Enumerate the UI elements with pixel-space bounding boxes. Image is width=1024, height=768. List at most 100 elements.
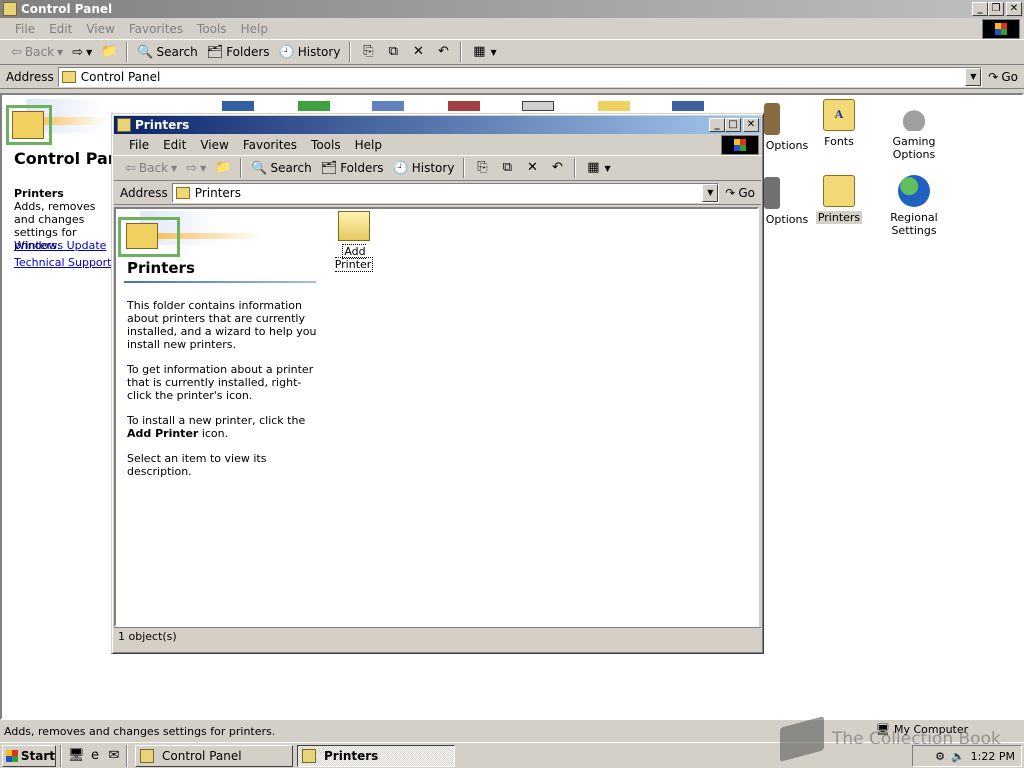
hidden-icon[interactable] [672, 101, 704, 111]
delete-button[interactable]: ✕ [407, 42, 429, 62]
address-dropdown-button[interactable]: ▼ [702, 183, 719, 202]
views-button[interactable]: ▦ ▼ [582, 158, 613, 178]
up-folder-button[interactable]: 📁 [98, 42, 120, 62]
cp-titlebar[interactable]: Control Panel _ ❐ ✕ [0, 0, 1024, 18]
search-button[interactable]: 🔍 Search [134, 42, 200, 62]
restore-button[interactable]: ❐ [988, 2, 1004, 16]
technical-support-link[interactable]: Technical Support [14, 256, 112, 269]
desc-para-2: To get information about a printer that … [127, 363, 314, 402]
views-button[interactable]: ▦ ▼ [468, 42, 499, 62]
regional-settings-icon-item[interactable]: Regional Settings [878, 175, 950, 237]
go-button[interactable]: ↷ Go [982, 70, 1024, 84]
menu-help[interactable]: Help [234, 22, 275, 36]
printers-window: Printers _ □ ✕ File Edit View Favorites … [111, 113, 764, 654]
add-printer-item[interactable]: Add Printer [324, 211, 384, 272]
back-button[interactable]: ⇦ Back ▼ [8, 42, 66, 62]
move-to-button[interactable]: ⎘ [357, 42, 379, 62]
windows-update-link[interactable]: Windows Update [14, 239, 106, 252]
folders-button[interactable]: 🗂 Folders [318, 158, 387, 178]
menu-favorites[interactable]: Favorites [236, 138, 304, 152]
history-icon: 🕘 [278, 44, 295, 60]
desc-para-4: Select an item to view its description. [127, 452, 267, 478]
outlook-express-icon[interactable]: ✉ [106, 748, 122, 764]
menu-tools[interactable]: Tools [304, 138, 348, 152]
undo-icon: ↶ [437, 44, 449, 59]
copy-to-icon: ⧉ [502, 160, 513, 175]
close-button[interactable]: ✕ [1006, 2, 1022, 16]
forward-button[interactable]: ⇨ ▼ [183, 158, 209, 178]
internet-explorer-icon[interactable]: e [87, 748, 103, 764]
printers-content: Printers This folder contains informatio… [114, 207, 759, 627]
minimize-button[interactable]: _ [709, 118, 725, 132]
delete-icon: ✕ [526, 160, 538, 175]
menu-help[interactable]: Help [348, 138, 389, 152]
maximize-button[interactable]: □ [725, 118, 741, 132]
close-button[interactable]: ✕ [743, 118, 759, 132]
history-button[interactable]: 🕘 History [276, 42, 344, 62]
fonts-icon-item[interactable]: A Fonts [803, 99, 875, 148]
printers-menubar: File Edit View Favorites Tools Help [114, 134, 761, 156]
windows-logo-icon [982, 19, 1020, 39]
menu-view[interactable]: View [193, 138, 235, 152]
folder-icon [61, 70, 76, 83]
copy-to-button[interactable]: ⧉ [382, 42, 404, 62]
hidden-icon[interactable] [598, 101, 630, 111]
menu-edit[interactable]: Edit [156, 138, 193, 152]
taskbar-control-panel[interactable]: Control Panel [135, 744, 293, 767]
go-button[interactable]: ↷ Go [719, 186, 761, 200]
printers-title: Printers [135, 118, 190, 132]
printers-folder-icon [117, 118, 131, 132]
printers-titlebar[interactable]: Printers _ □ ✕ [114, 116, 761, 134]
hidden-icon[interactable] [298, 101, 330, 111]
up-folder-icon: 📁 [101, 44, 118, 59]
delete-button[interactable]: ✕ [521, 158, 543, 178]
move-to-icon: ⎘ [477, 160, 488, 175]
go-arrow-icon: ↷ [725, 185, 736, 200]
up-folder-button[interactable]: 📁 [212, 158, 234, 178]
back-button[interactable]: ⇦ Back ▼ [122, 158, 180, 178]
printers-toolbar: ⇦ Back ▼ ⇨ ▼ 📁 🔍 Search 🗂 Folders 🕘 History ⎘ … [114, 156, 761, 181]
search-button[interactable]: 🔍 Search [248, 158, 314, 178]
menu-file[interactable]: File [8, 22, 42, 36]
folders-icon: 🗂 [206, 44, 224, 60]
forward-button[interactable]: ⇨ ▼ [69, 42, 95, 62]
folders-button[interactable]: 🗂 Folders [204, 42, 273, 62]
history-button[interactable]: 🕘 History [390, 158, 458, 178]
menu-tools[interactable]: Tools [190, 22, 234, 36]
menu-favorites[interactable]: Favorites [122, 22, 190, 36]
printer-folder-icon [823, 175, 855, 207]
menu-view[interactable]: View [79, 22, 121, 36]
cp-address-bar: Address Control Panel ▼ ↷ Go [0, 65, 1024, 89]
cp-banner-graphic [6, 99, 126, 145]
address-dropdown-button[interactable]: ▼ [965, 67, 982, 86]
move-to-button[interactable]: ⎘ [471, 158, 493, 178]
address-field[interactable]: Control Panel ▼ [57, 66, 983, 87]
undo-button[interactable]: ↶ [432, 42, 454, 62]
menu-edit[interactable]: Edit [42, 22, 79, 36]
copy-to-button[interactable]: ⧉ [496, 158, 518, 178]
minimize-button[interactable]: _ [972, 2, 988, 16]
copy-to-icon: ⧉ [388, 44, 399, 59]
hidden-icon[interactable] [372, 101, 404, 111]
cp-toolbar: ⇦ Back ▼ ⇨ ▼ 📁 🔍 Search 🗂 Folders 🕘 History ⎘ … [0, 40, 1024, 65]
start-button[interactable]: Start [2, 744, 56, 767]
show-desktop-icon[interactable]: 🖥 [68, 748, 85, 764]
cp-title: Control Panel [21, 2, 113, 16]
gaming-options-icon-item[interactable]: Gaming Options [878, 99, 950, 161]
address-field[interactable]: Printers ▼ [171, 182, 720, 203]
folders-icon: 🗂 [320, 160, 338, 176]
printers-icon-item[interactable]: Printers [803, 175, 875, 224]
options-icon [764, 103, 780, 135]
taskbar-printers[interactable]: Printers [297, 744, 455, 767]
title-underline [124, 281, 316, 283]
hidden-icon[interactable] [222, 101, 254, 111]
options-icon [764, 177, 780, 209]
hidden-icon[interactable] [448, 101, 480, 111]
hidden-icon[interactable] [522, 101, 554, 111]
joystick-icon [898, 99, 930, 131]
watermark: The Collection Book [780, 716, 1001, 762]
undo-button[interactable]: ↶ [546, 158, 568, 178]
globe-icon [898, 175, 930, 207]
menu-file[interactable]: File [122, 138, 156, 152]
views-icon: ▦ [587, 160, 600, 175]
